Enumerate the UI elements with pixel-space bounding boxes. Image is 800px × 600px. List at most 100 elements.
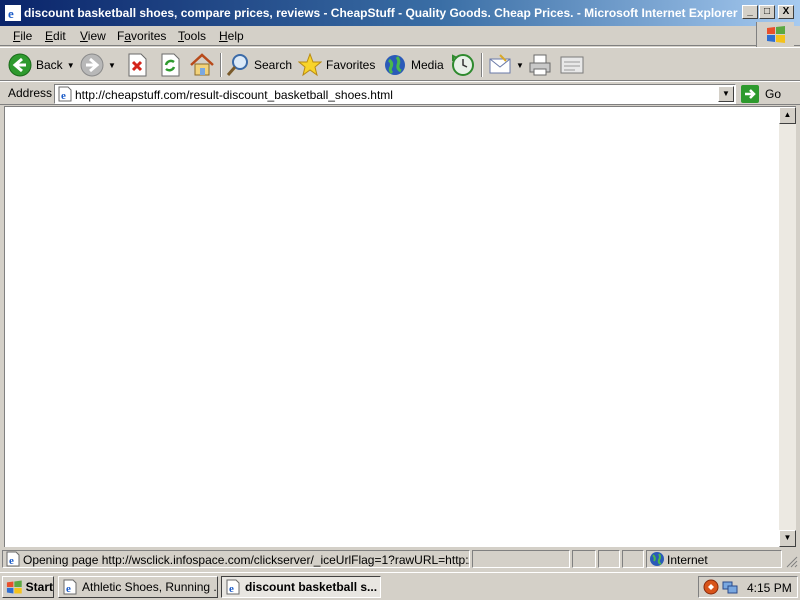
edit-page-icon (560, 56, 584, 74)
menu-help[interactable]: Help (219, 29, 244, 43)
chevron-down-icon: ▼ (722, 89, 730, 98)
windows-logo (756, 22, 794, 48)
print-button[interactable] (528, 51, 552, 79)
go-label: Go (765, 87, 782, 101)
forward-button[interactable]: ▼ (80, 51, 116, 79)
home-button[interactable] (189, 51, 215, 79)
chevron-down-icon: ▼ (783, 533, 792, 542)
svg-text:e: e (229, 583, 234, 595)
taskbar: Start e Athletic Shoes, Running ... e di… (0, 572, 800, 600)
resize-grip-icon[interactable] (786, 556, 798, 568)
forward-dropdown-icon[interactable]: ▼ (108, 61, 116, 70)
search-icon (226, 54, 248, 76)
page-content[interactable]: ▲ ▼ (4, 106, 796, 547)
menu-favorites[interactable]: Favorites (117, 29, 166, 43)
back-button[interactable]: Back ▼ (8, 51, 75, 79)
status-text-pane: e Opening page http://wsclick.infospace.… (2, 550, 470, 568)
menu-help-label: elp (227, 29, 244, 43)
back-dropdown-icon[interactable]: ▼ (67, 61, 75, 70)
chevron-up-icon: ▲ (783, 110, 792, 119)
favorites-button[interactable]: Favorites (298, 51, 375, 79)
search-label: Search (254, 58, 293, 72)
status-progress-pane (472, 550, 570, 568)
svg-text:e: e (8, 6, 14, 21)
printer-icon (529, 54, 551, 76)
windows-flag-icon (767, 26, 785, 43)
close-icon: X (782, 6, 790, 17)
go-arrow-icon (741, 85, 759, 103)
go-button[interactable]: Go (741, 84, 781, 104)
status-bar: e Opening page http://wsclick.infospace.… (0, 548, 800, 570)
address-input[interactable]: e http://cheapstuff.com/result-discount_… (54, 84, 736, 104)
taskbar-item-label: Athletic Shoes, Running ... (82, 580, 218, 594)
scroll-up-button[interactable]: ▲ (779, 107, 796, 124)
standard-toolbar: Back ▼ ▼ Search Favorites Media ▼ (0, 47, 800, 81)
toolbar-separator-2 (481, 53, 483, 77)
start-label: Start (25, 580, 53, 594)
search-button[interactable]: Search (226, 51, 292, 79)
stop-icon (128, 53, 147, 77)
history-clock-icon (452, 54, 474, 76)
address-label: Address (8, 86, 53, 100)
menu-bar: File Edit View Favorites Tools Help (0, 26, 800, 46)
mail-button[interactable]: ▼ (488, 51, 524, 79)
mail-dropdown-icon[interactable]: ▼ (516, 61, 524, 70)
status-zone-pane: Internet (646, 550, 782, 568)
taskbar-item-label: discount basketball s... (245, 580, 378, 594)
status-text: Opening page http://wsclick.infospace.co… (23, 553, 469, 567)
media-button[interactable]: Media (383, 51, 444, 79)
internet-globe-icon (650, 552, 664, 566)
back-arrow-icon (8, 53, 32, 77)
menu-tools-label: ools (184, 29, 207, 43)
menu-edit[interactable]: Edit (45, 29, 66, 43)
menu-file-label: ile (20, 29, 33, 43)
system-tray: 4:15 PM (698, 576, 798, 598)
clock[interactable]: 4:15 PM (747, 581, 792, 595)
ie-app-icon: e (5, 5, 21, 21)
security-shield-icon[interactable] (703, 579, 719, 595)
taskbar-item-active[interactable]: e discount basketball s... (221, 576, 381, 598)
svg-text:e: e (9, 555, 14, 567)
address-dropdown-button[interactable]: ▼ (718, 86, 734, 102)
status-pane (622, 550, 644, 568)
taskbar-item[interactable]: e Athletic Shoes, Running ... (58, 576, 218, 598)
menu-file[interactable]: File (13, 29, 32, 43)
menu-edit-accel: E (45, 29, 54, 43)
title-bar[interactable]: e discount basketball shoes, compare pri… (0, 0, 800, 26)
windows-flag-icon (6, 580, 22, 594)
refresh-button[interactable] (159, 51, 181, 79)
minimize-button[interactable]: _ (742, 5, 758, 19)
ie-page-icon: e (226, 579, 240, 595)
network-icon[interactable] (722, 579, 738, 595)
menu-favorites-label: vorites (131, 29, 167, 43)
start-button[interactable]: Start (2, 576, 54, 598)
minimize-icon: _ (747, 6, 753, 17)
favorites-label: Favorites (326, 58, 376, 72)
mail-icon (489, 54, 511, 74)
status-pane (572, 550, 596, 568)
forward-arrow-icon (80, 53, 104, 77)
address-url: http://cheapstuff.com/result-discount_ba… (75, 88, 393, 102)
stop-button[interactable] (126, 51, 148, 79)
scroll-down-button[interactable]: ▼ (779, 530, 796, 547)
edit-button[interactable] (559, 51, 585, 79)
close-button[interactable]: X (778, 5, 794, 19)
menu-edit-label: dit (53, 29, 66, 43)
ie-page-icon: e (58, 86, 72, 102)
ie-page-icon: e (6, 551, 20, 567)
window-title: discount basketball shoes, compare price… (24, 6, 738, 20)
svg-text:e: e (61, 90, 66, 102)
maximize-button[interactable]: □ (759, 5, 775, 19)
menu-view[interactable]: View (80, 29, 106, 43)
status-pane (598, 550, 620, 568)
vertical-scrollbar[interactable]: ▲ ▼ (779, 107, 796, 547)
menu-view-label: iew (87, 29, 106, 43)
ie-page-icon: e (63, 579, 77, 595)
refresh-icon (161, 53, 180, 77)
menu-tools[interactable]: Tools (178, 29, 206, 43)
maximize-icon: □ (763, 6, 771, 17)
toolbar-separator (220, 53, 222, 77)
svg-text:e: e (66, 583, 71, 595)
history-button[interactable] (450, 51, 476, 79)
back-label: Back (36, 58, 63, 72)
